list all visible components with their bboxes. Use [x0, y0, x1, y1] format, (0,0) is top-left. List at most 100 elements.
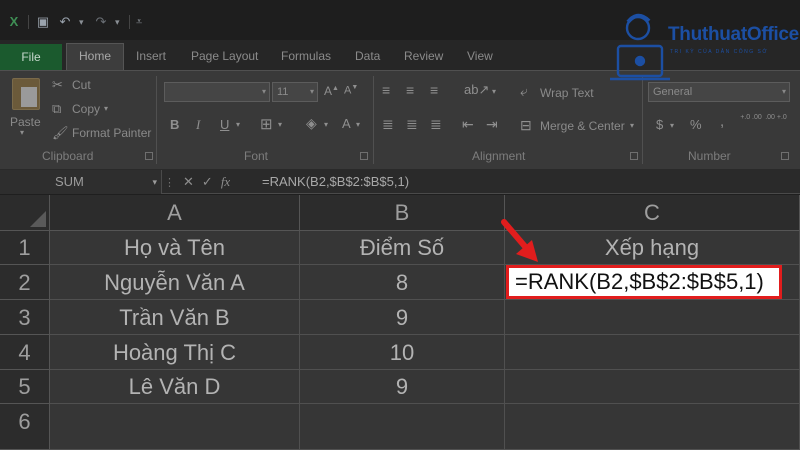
- tab-home[interactable]: Home: [66, 43, 125, 71]
- decrease-decimal-button[interactable]: .00 +.0: [765, 114, 787, 122]
- row-header-2[interactable]: 2: [0, 265, 50, 300]
- redo-icon[interactable]: ↷: [93, 14, 109, 30]
- tab-page-layout[interactable]: Page Layout: [191, 49, 258, 63]
- comma-button[interactable]: ,: [720, 113, 724, 130]
- underline-dropdown-icon[interactable]: ▾: [236, 120, 240, 129]
- cell-a2[interactable]: Nguyễn Văn A: [50, 265, 300, 300]
- tab-review[interactable]: Review: [404, 49, 443, 63]
- currency-button[interactable]: $: [656, 117, 663, 132]
- cell-b6[interactable]: [300, 404, 505, 450]
- select-all-button[interactable]: [0, 195, 50, 231]
- cell-a6[interactable]: [50, 404, 300, 450]
- orientation-icon[interactable]: ab↗: [464, 82, 489, 98]
- cell-b5[interactable]: 9: [300, 370, 505, 404]
- fill-color-icon[interactable]: ◈: [306, 115, 317, 132]
- cell-a1[interactable]: Họ và Tên: [50, 231, 300, 265]
- merge-center-icon[interactable]: ⊟: [520, 117, 532, 134]
- copy-button[interactable]: Copy: [72, 102, 100, 116]
- cell-a3[interactable]: Trần Văn B: [50, 300, 300, 335]
- copy-icon[interactable]: ⧉: [52, 101, 61, 117]
- borders-icon[interactable]: ⊞: [260, 115, 273, 133]
- excel-icon[interactable]: X: [6, 14, 22, 30]
- font-color-dropdown-icon[interactable]: ▾: [356, 120, 360, 129]
- formula-input[interactable]: =RANK(B2,$B$2:$B$5,1): [262, 170, 409, 194]
- customize-toolbar-icon[interactable]: ⩡: [136, 16, 144, 29]
- cell-c1[interactable]: Xếp hạng: [505, 231, 800, 265]
- cell-c5[interactable]: [505, 370, 800, 404]
- toolbar-divider: [28, 15, 29, 29]
- percent-button[interactable]: %: [690, 117, 702, 132]
- decrease-indent-icon[interactable]: ⇤: [462, 116, 474, 133]
- tab-data[interactable]: Data: [355, 49, 380, 63]
- row-header-1[interactable]: 1: [0, 231, 50, 265]
- undo-dropdown-icon[interactable]: ▾: [79, 17, 87, 28]
- increase-decimal-button[interactable]: +.0 .00: [740, 114, 762, 122]
- merge-dropdown-icon[interactable]: ▾: [630, 121, 634, 130]
- italic-button[interactable]: I: [196, 117, 200, 133]
- row-header-3[interactable]: 3: [0, 300, 50, 335]
- copy-dropdown-icon[interactable]: ▾: [104, 104, 108, 113]
- row-header-4[interactable]: 4: [0, 335, 50, 370]
- cell-c6[interactable]: [505, 404, 800, 450]
- cut-icon[interactable]: ✂: [52, 77, 63, 93]
- cut-button[interactable]: Cut: [72, 78, 91, 92]
- cell-a4[interactable]: Hoàng Thị C: [50, 335, 300, 370]
- name-box[interactable]: SUM ▾: [0, 170, 162, 194]
- align-bottom-icon[interactable]: ≡: [430, 82, 438, 98]
- number-launcher-icon[interactable]: [781, 152, 789, 160]
- row-header-6[interactable]: 6: [0, 404, 50, 450]
- cell-b1[interactable]: Điểm Số: [300, 231, 505, 265]
- column-header-a[interactable]: A: [50, 195, 300, 231]
- enter-icon[interactable]: ✓: [202, 174, 213, 190]
- active-cell-c2[interactable]: =RANK(B2,$B$2:$B$5,1): [506, 265, 782, 299]
- align-right-icon[interactable]: ≣: [430, 116, 442, 133]
- currency-dropdown-icon[interactable]: ▾: [670, 121, 674, 130]
- tab-formulas[interactable]: Formulas: [281, 49, 331, 63]
- cell-b3[interactable]: 9: [300, 300, 505, 335]
- redo-dropdown-icon[interactable]: ▾: [115, 17, 123, 28]
- font-launcher-icon[interactable]: [360, 152, 368, 160]
- insert-function-icon[interactable]: fx: [221, 174, 230, 190]
- tab-file[interactable]: File: [0, 44, 62, 70]
- bold-button[interactable]: B: [170, 117, 179, 132]
- cell-a5[interactable]: Lê Văn D: [50, 370, 300, 404]
- cell-b2[interactable]: 8: [300, 265, 505, 300]
- borders-dropdown-icon[interactable]: ▾: [278, 120, 282, 129]
- align-left-icon[interactable]: ≣: [382, 116, 394, 133]
- paste-button[interactable]: Paste: [10, 115, 41, 129]
- wrap-text-button[interactable]: Wrap Text: [540, 86, 594, 100]
- paste-icon[interactable]: [12, 78, 40, 110]
- cell-b4[interactable]: 10: [300, 335, 505, 370]
- orientation-dropdown-icon[interactable]: ▾: [492, 87, 496, 96]
- format-painter-icon[interactable]: 🖌: [52, 125, 69, 141]
- align-top-icon[interactable]: ≡: [382, 82, 390, 98]
- align-center-icon[interactable]: ≣: [406, 116, 418, 133]
- undo-icon[interactable]: ↶: [57, 14, 73, 30]
- row-header-5[interactable]: 5: [0, 370, 50, 404]
- underline-button[interactable]: U: [220, 117, 229, 132]
- alignment-launcher-icon[interactable]: [630, 152, 638, 160]
- font-size-combo[interactable]: 11 ▾: [272, 82, 318, 102]
- cancel-icon[interactable]: ✕: [183, 174, 194, 190]
- align-middle-icon[interactable]: ≡: [406, 82, 414, 98]
- shrink-font-icon[interactable]: A▼: [344, 84, 358, 97]
- clipboard-launcher-icon[interactable]: [145, 152, 153, 160]
- column-header-c[interactable]: C: [505, 195, 800, 231]
- format-painter-button[interactable]: Format Painter: [72, 126, 151, 140]
- formula-bar-grip-icon[interactable]: ⋮: [164, 176, 175, 189]
- cell-c4[interactable]: [505, 335, 800, 370]
- font-name-combo[interactable]: ▾: [164, 82, 270, 102]
- logo-tagline: TRI KỲ CỦA DÂN CÔNG SỞ: [670, 49, 769, 55]
- grow-font-icon[interactable]: A▲: [324, 84, 339, 98]
- tab-insert[interactable]: Insert: [136, 49, 166, 63]
- save-icon[interactable]: ▣: [35, 14, 51, 30]
- increase-indent-icon[interactable]: ⇥: [486, 116, 498, 133]
- cell-c3[interactable]: [505, 300, 800, 335]
- column-header-b[interactable]: B: [300, 195, 505, 231]
- merge-center-button[interactable]: Merge & Center: [540, 119, 625, 133]
- fill-color-dropdown-icon[interactable]: ▾: [324, 120, 328, 129]
- font-color-button[interactable]: A: [342, 116, 351, 131]
- paste-dropdown-icon[interactable]: ▾: [20, 128, 24, 137]
- tab-view[interactable]: View: [467, 49, 493, 63]
- wrap-text-icon[interactable]: ⤶: [520, 83, 528, 100]
